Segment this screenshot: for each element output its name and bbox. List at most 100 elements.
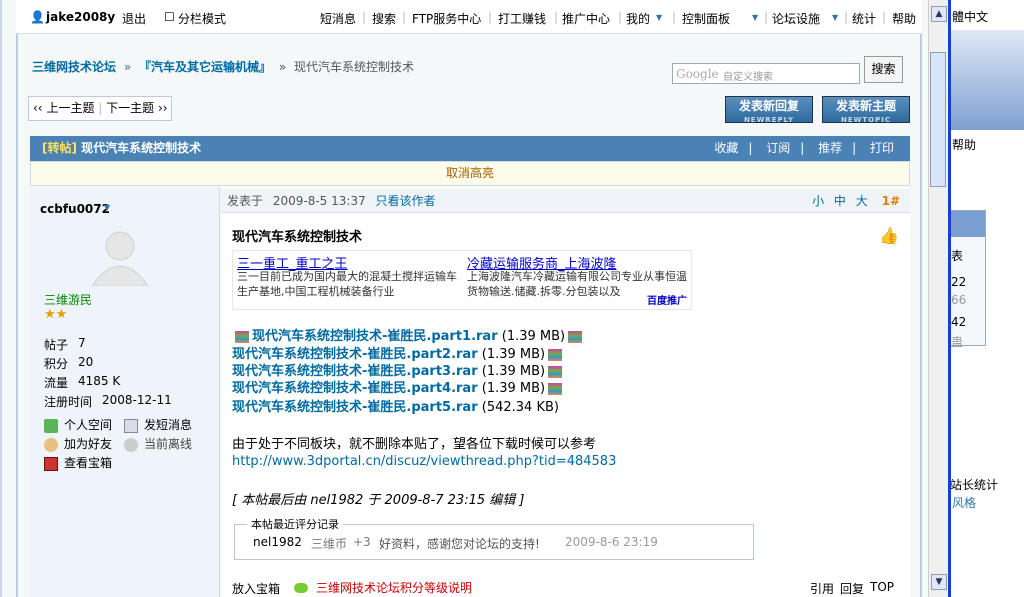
post-url-link[interactable]: http://www.3dportal.cn/discuz/viewthread… [232,454,616,469]
font-large-link[interactable]: 大 [856,194,868,208]
breadcrumb: 三维网技术论坛 » 『汽车及其它运输机械』 » 现代汽车系统控制技术 [32,58,414,75]
personal-space-link[interactable]: 个人空间 [44,416,112,433]
thread-pager: ‹‹ 上一主题 | 下一主题 ›› [28,96,172,121]
stat-points: 积分 20 [44,355,93,372]
stat-register: 注册时间 2008-12-11 [44,393,172,410]
font-small-link[interactable]: 小 [812,194,824,208]
scroll-up-icon[interactable]: ▲ [931,6,947,22]
stat-posts: 帖子 7 [44,336,86,353]
ad-brand[interactable]: 百度推广 [647,292,687,307]
split-checkbox-icon[interactable]: ☐ [164,10,175,24]
avatar[interactable] [88,226,152,286]
favorite-link[interactable]: 收藏 [714,141,738,155]
search-button[interactable]: 搜索 [864,56,903,83]
font-medium-link[interactable]: 中 [834,194,846,208]
post-text: 由于处于不同板块，就不删除本贴了，望各位下载时候可以参考 [232,437,597,452]
nav-ftp[interactable]: FTP服务中心 [412,10,481,27]
badge-icon [294,583,308,593]
split-mode-link[interactable]: 分栏模式 [178,10,226,27]
rating-item: 三维币 [311,537,348,551]
thumbs-up-icon[interactable]: 👍 [879,226,899,245]
side-table: 表 22 66 42 蛊 [948,210,986,349]
rating-log: 本帖最近评分记录 nel1982 三维币 +3 好资料，感谢您对论坛的支持! 2… [234,516,754,560]
thread-tag: [转帖] [42,141,77,155]
attachment-size: (1.39 MB) [481,381,546,396]
reply-link[interactable]: 回复 [840,580,864,597]
quote-link[interactable]: 引用 [810,580,834,597]
attachment-size: (542.34 KB) [481,400,559,415]
chevron-down-icon[interactable]: ▼ [104,203,110,212]
next-arrow-icon[interactable]: ›› [158,101,168,115]
nav-facilities[interactable]: 论坛设施 [772,10,820,27]
new-topic-button[interactable]: 发表新主题 NEWTOPIC [822,96,910,124]
stat-traffic: 流量 4185 K [44,374,120,391]
nav-messages[interactable]: 短消息 [320,10,356,27]
attachment-link[interactable]: 现代汽车系统控制技术-崔胜民.part4.rar [232,381,478,396]
chevron-down-icon[interactable]: ▼ [832,13,838,22]
new-topic-sublabel: NEWTOPIC [841,116,891,124]
rar-icon [235,330,249,343]
points-label: 积分 [44,357,69,371]
treasure-label: 查看宝箱 [64,456,113,470]
search-input[interactable]: Google 自定义搜索 [672,63,860,84]
chevron-down-icon[interactable]: ▼ [752,13,758,22]
attachment-link[interactable]: 现代汽车系统控制技术-崔胜民.part1.rar [252,329,498,344]
attachment-size: (1.39 MB) [501,329,566,344]
points-rule-link[interactable]: 三维网技术论坛积分等级说明 [316,579,472,596]
points-value: 20 [78,355,94,369]
new-reply-button[interactable]: 发表新回复 NEWREPLY [725,96,813,124]
nav-stats[interactable]: 统计 [852,10,876,27]
next-thread-link[interactable]: 下一主题 [106,101,154,115]
nav-my[interactable]: 我的 [626,10,650,27]
thread-title-bar: [转帖] 现代汽车系统控制技术 收藏 | 订阅 | 推荐 | 打印 [30,136,910,161]
thread-title: 现代汽车系统控制技术 [81,141,202,155]
nav-control-panel[interactable]: 控制面板 [682,10,730,27]
send-message-label: 发短消息 [144,418,193,432]
scrollbar-thumb[interactable] [930,52,946,187]
print-link[interactable]: 打印 [870,141,894,155]
nav-earn[interactable]: 打工赚钱 [498,10,546,27]
thread-actions: 收藏 | 订阅 | 推荐 | 打印 [714,141,894,155]
add-to-treasure-link[interactable]: 放入宝箱 [232,580,280,597]
side-text: 帮助 [952,138,977,152]
only-author-link[interactable]: 只看该作者 [376,194,436,208]
author-rank: 三维游民 [44,293,93,307]
add-friend-link[interactable]: 加为好友 [44,435,112,452]
attachment-link[interactable]: 现代汽车系统控制技术-崔胜民.part5.rar [232,400,478,415]
edit-note: [ 本帖最后由 nel1982 于 2009-8-7 23:15 编辑 ] [232,493,525,508]
treasure-link[interactable]: 查看宝箱 [44,454,112,471]
rating-user[interactable]: nel1982 [253,535,302,549]
prev-arrow-icon[interactable]: ‹‹ [33,101,43,115]
nav-search[interactable]: 搜索 [372,10,396,27]
username-link[interactable]: jake2008y [46,10,115,24]
top-navbar: 👤 jake2008y 退出 ☐ 分栏模式 短消息 | 搜索 | FTP服务中心… [16,0,922,34]
window-border [948,0,951,597]
breadcrumb-forum[interactable]: 『汽车及其它运输机械』 [139,60,271,74]
author-name[interactable]: ccbfu0072 [40,202,110,216]
recommend-link[interactable]: 推荐 [818,141,842,155]
chevron-down-icon[interactable]: ▼ [656,13,662,22]
nav-promo[interactable]: 推广中心 [562,10,610,27]
new-topic-label: 发表新主题 [835,99,896,113]
treasure-chest-icon [44,456,58,471]
user-icon: 👤 [30,10,45,24]
nav-help[interactable]: 帮助 [892,10,916,27]
breadcrumb-separator: » [278,60,287,74]
prev-thread-link[interactable]: 上一主题 [46,101,94,115]
cancel-highlight-link[interactable]: 取消高亮 [30,161,910,186]
offline-user-icon [124,437,138,452]
floor-number[interactable]: 1# [882,194,900,208]
google-logo: Google [676,67,719,81]
post-title: 现代汽车系统控制技术 [232,230,363,245]
side-text: 风格 [952,496,977,510]
subscribe-link[interactable]: 订阅 [766,141,790,155]
side-text: 體中文 [952,10,989,24]
scroll-down-icon[interactable]: ▼ [931,574,947,590]
rar-icon [568,330,583,343]
add-friend-label: 加为好友 [64,437,113,451]
breadcrumb-home[interactable]: 三维网技术论坛 [32,60,116,74]
logout-link[interactable]: 退出 [122,10,146,27]
send-message-link[interactable]: 发短消息 [124,416,192,433]
side-text: 22 [951,275,967,289]
top-link[interactable]: TOP [870,580,894,594]
